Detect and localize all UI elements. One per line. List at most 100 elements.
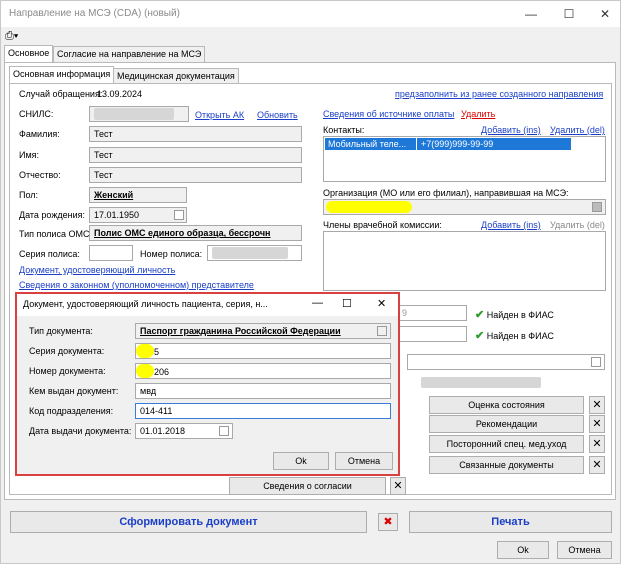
dob-value: 17.01.1950 (94, 210, 140, 220)
doc-type-select[interactable]: Паспорт гражданина Российской Федерации (135, 323, 391, 339)
number-value: 206 (154, 367, 170, 377)
tab-main[interactable]: Основное (4, 45, 54, 63)
table-row[interactable]: Мобильный теле... +7(999)999-99-99 (325, 138, 571, 150)
commission-add-link[interactable]: Добавить (ins) (481, 220, 541, 230)
print-menu-icon[interactable]: ⎙▾ (5, 30, 21, 44)
redaction-highlight (326, 201, 412, 213)
fias-text-1: Найден в ФИАС (486, 310, 554, 320)
payment-delete-link[interactable]: Удалить (461, 109, 495, 119)
address-select-2[interactable] (397, 326, 467, 342)
tab-consent[interactable]: Согласие на направление на МСЭ (53, 46, 206, 62)
code-field[interactable]: 014-411 (135, 403, 391, 419)
snils-label: СНИЛС: (19, 109, 54, 119)
doc-type-dropdown-icon[interactable] (377, 326, 387, 336)
policy-type-select[interactable]: Полис ОМС единого образца, бессрочн (89, 225, 302, 241)
representative-link[interactable]: Сведения о законном (уполномоченном) пре… (19, 280, 254, 290)
name-field[interactable]: Тест (89, 147, 302, 163)
dob-label: Дата рождения: (19, 210, 85, 220)
ok-button[interactable]: Ok (497, 541, 549, 559)
refresh-link[interactable]: Обновить (257, 110, 298, 120)
policy-number-field[interactable] (207, 245, 302, 261)
consent-info-button[interactable]: Сведения о согласии (229, 477, 386, 495)
outside-care-clear-icon[interactable]: ✕ (589, 435, 605, 453)
calendar-icon[interactable] (174, 210, 184, 220)
minimize-icon[interactable]: — (519, 4, 543, 24)
code-label: Код подразделения: (29, 406, 114, 416)
identity-doc-link[interactable]: Документ, удостоверяющий личность (19, 265, 175, 275)
blurred-doctor-name (421, 377, 541, 388)
main-window: Направление на МСЭ (CDA) (новый) — ☐ ✕ ⎙… (0, 0, 621, 564)
dialog-maximize-icon[interactable]: ☐ (342, 297, 352, 310)
org-label: Организация (МО или его филиал), направи… (323, 188, 569, 198)
contact-type: Мобильный теле... (328, 139, 407, 149)
clear-document-icon[interactable]: ✖ (378, 513, 398, 531)
address-select-1[interactable]: 9 (397, 305, 467, 321)
assessment-button[interactable]: Оценка состояния (429, 396, 584, 414)
dialog-minimize-icon[interactable]: — (312, 297, 323, 309)
doc-type-label: Тип документа: (29, 326, 93, 336)
recommendations-button[interactable]: Рекомендации (429, 415, 584, 433)
patronymic-label: Отчество: (19, 170, 61, 180)
related-docs-clear-icon[interactable]: ✕ (589, 456, 605, 474)
org-field[interactable] (323, 199, 606, 215)
policy-number-label: Номер полиса: (140, 249, 203, 259)
cancel-button[interactable]: Отмена (557, 541, 612, 559)
issue-date-label: Дата выдачи документа: (29, 426, 132, 436)
org-select-button[interactable] (592, 202, 602, 212)
commission-grid[interactable] (323, 231, 606, 291)
policy-series-field[interactable] (89, 245, 133, 261)
maximize-icon[interactable]: ☐ (557, 4, 581, 24)
series-field[interactable]: 5 (135, 343, 391, 359)
consent-clear-icon[interactable]: ✕ (390, 477, 406, 495)
prefill-link[interactable]: предзаполнить из ранее созданного направ… (395, 89, 603, 99)
dob-field[interactable]: 17.01.1950 (89, 207, 187, 223)
fias-status-1: ✔ Найден в ФИАС (475, 308, 554, 321)
assessment-clear-icon[interactable]: ✕ (589, 396, 605, 414)
dialog-cancel-button[interactable]: Отмена (335, 452, 393, 470)
address-check[interactable] (591, 357, 601, 367)
case-date: 13.09.2024 (97, 89, 143, 99)
payment-source-link[interactable]: Сведения об источнике оплаты (323, 109, 454, 119)
dialog-close-icon[interactable]: ✕ (377, 297, 386, 310)
surname-label: Фамилия: (19, 129, 60, 139)
commission-delete-link[interactable]: Удалить (del) (550, 220, 605, 230)
recommendations-clear-icon[interactable]: ✕ (589, 415, 605, 433)
series-label: Серия документа: (29, 346, 105, 356)
redaction-highlight (136, 344, 154, 358)
fias-text-2: Найден в ФИАС (486, 331, 554, 341)
open-ak-link[interactable]: Открыть АК (195, 110, 244, 120)
dialog-ok-button[interactable]: Ok (273, 452, 329, 470)
contacts-delete-link[interactable]: Удалить (del) (550, 125, 605, 135)
patronymic-field[interactable]: Тест (89, 167, 302, 183)
name-label: Имя: (19, 150, 40, 160)
commission-label: Члены врачебной комиссии: (323, 220, 442, 230)
contacts-add-link[interactable]: Добавить (ins) (481, 125, 541, 135)
identity-document-dialog: Документ, удостоверяющий личность пациен… (15, 292, 400, 476)
related-docs-button[interactable]: Связанные документы (429, 456, 584, 474)
number-label: Номер документа: (29, 366, 106, 376)
contacts-grid[interactable]: Мобильный теле... +7(999)999-99-99 (323, 136, 606, 182)
snils-field[interactable] (89, 106, 189, 122)
contacts-label: Контакты: (323, 125, 365, 135)
surname-field[interactable]: Тест (89, 126, 302, 142)
fias-status-2: ✔ Найден в ФИАС (475, 329, 554, 342)
check-icon: ✔ (475, 309, 485, 321)
dialog-title-bar: Документ, удостоверяющий личность пациен… (17, 294, 398, 316)
sex-select[interactable]: Женский (89, 187, 187, 203)
title-bar: Направление на МСЭ (CDA) (новый) — ☐ ✕ (1, 1, 620, 27)
issue-date-calendar-icon[interactable] (219, 426, 229, 436)
address-field[interactable] (407, 354, 605, 370)
issuer-field[interactable]: мвд (135, 383, 391, 399)
form-document-button[interactable]: Сформировать документ (10, 511, 367, 533)
case-label: Случай обращения: (19, 89, 103, 99)
tab-medical-docs[interactable]: Медицинская документация (113, 68, 239, 84)
issuer-label: Кем выдан документ: (29, 386, 119, 396)
number-field[interactable]: 206 (135, 363, 391, 379)
tab-basic-info[interactable]: Основная информация (9, 66, 115, 84)
dialog-title: Документ, удостоверяющий личность пациен… (23, 299, 268, 309)
outside-care-button[interactable]: Посторонний спец. мед.уход (429, 435, 584, 453)
print-button[interactable]: Печать (409, 511, 612, 533)
close-icon[interactable]: ✕ (593, 4, 617, 24)
window-title: Направление на МСЭ (CDA) (новый) (9, 8, 180, 19)
cell-divider (416, 138, 417, 150)
